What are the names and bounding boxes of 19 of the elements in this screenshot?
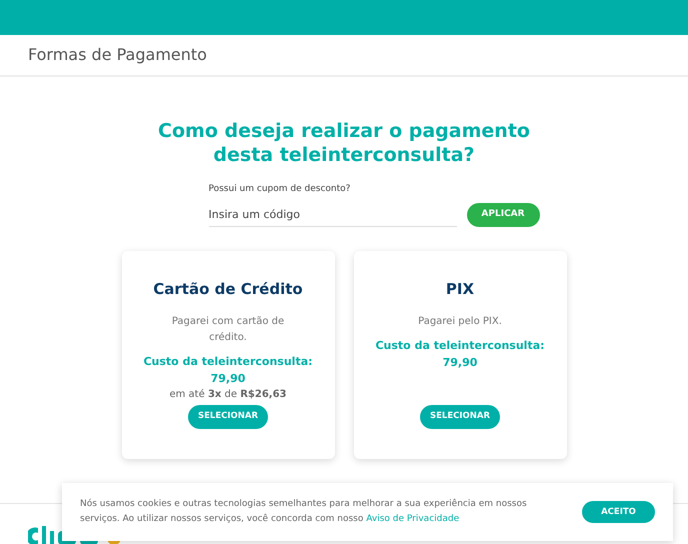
heading: Como deseja realizar o pagamento desta teleinterconsulta? xyxy=(157,119,531,167)
card-description: Pagarei pelo PIX. xyxy=(417,315,503,329)
cost-value: 79,90 xyxy=(442,354,478,370)
select-button[interactable]: SELECIONAR xyxy=(420,404,500,428)
cost-label: Custo da teleinterconsulta: xyxy=(375,338,545,354)
card-description: Pagarei com cartão de crédito. xyxy=(170,315,286,345)
cookie-text: Nós usamos cookies e outras tecnologias semelhantes para melhorar a sua experiência em nossos serviços. Ao utilizar nossos serviços, você concorda com nosso Aviso de Privacidade xyxy=(80,498,528,526)
apply-button[interactable]: APLICAR xyxy=(466,202,540,226)
privacy-link[interactable]: Aviso de Privacidade xyxy=(366,514,460,524)
page-title: Formas de Pagamento xyxy=(28,44,207,66)
cost-label: Custo da teleinterconsulta: xyxy=(143,354,313,370)
accept-button[interactable]: ACEITO xyxy=(582,501,655,523)
card-title: Cartão de Crédito xyxy=(153,278,303,300)
card-title: PIX xyxy=(446,278,474,300)
cost-value: 79,90 xyxy=(210,370,246,386)
select-button[interactable]: SELECIONAR xyxy=(188,404,268,428)
coupon-label: Possui um cupom de desconto? xyxy=(208,183,352,196)
installments-text: em até 3x de R$26,63 xyxy=(169,388,287,402)
coupon-input[interactable]: Insira um código xyxy=(208,202,456,226)
